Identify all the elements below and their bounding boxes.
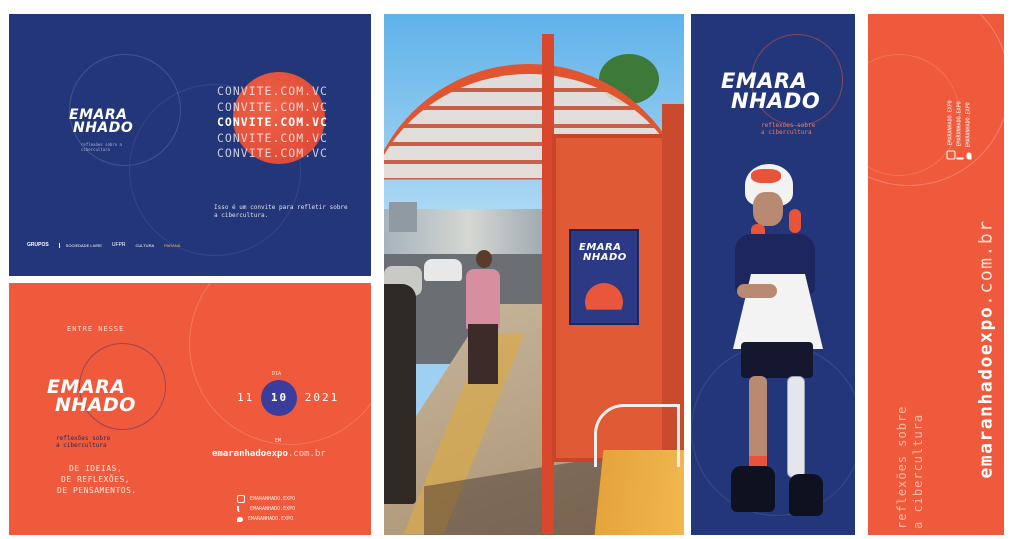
tiktok-icon xyxy=(956,151,964,160)
bench-rail xyxy=(594,404,680,467)
pedestrian-head xyxy=(476,250,492,268)
tagline-top: reflexões sobre xyxy=(761,122,816,129)
white-car xyxy=(424,259,462,281)
ideas-list: DE IDEIAS, DE REFLEXÕES, DE PENSAMENTOS. xyxy=(57,463,137,496)
tiktok-icon xyxy=(237,506,245,512)
tagline-top: reflexões sobre xyxy=(56,435,111,442)
bus-stop-photo: EMARA NHADO xyxy=(384,14,684,535)
sponsor-logo: SOCIEDADE LIVRE xyxy=(58,242,102,248)
pedestrian-body xyxy=(466,269,500,329)
tagline-bottom: a cibercultura xyxy=(56,442,107,449)
brand-tagline: reflexões sobre a cibercultura xyxy=(761,122,815,136)
date-month: 10 xyxy=(270,391,289,404)
social-item: EMARANHADO.EXPO xyxy=(956,40,965,160)
idea-line: DE IDEIAS, xyxy=(69,464,123,473)
character-braid xyxy=(789,209,801,233)
social-handle: EMARANHADO.EXPO xyxy=(250,496,296,502)
tagline-bottom: a cibercultura xyxy=(911,413,925,529)
banner-navy: EMARA NHADO reflexões sobre a cibercultu… xyxy=(691,14,855,535)
character-boot xyxy=(789,474,823,516)
invite-line: CONVITE.COM.VC xyxy=(217,99,328,114)
social-item: EMARANHADO.EXPO xyxy=(237,514,295,524)
twitter-icon xyxy=(966,152,972,160)
brand-logo: EMARA NHADO xyxy=(69,108,134,137)
invitation-card-navy: EMARA NHADO reflexões sobre a cibercultu… xyxy=(9,14,371,276)
social-item: EMARANHADO.EXPO xyxy=(237,504,295,514)
social-item: EMARANHADO.EXPO xyxy=(965,40,974,160)
brand-logo: EMARA NHADO xyxy=(47,377,136,417)
character-hair-accent xyxy=(751,169,781,183)
idea-line: DE REFLEXÕES, xyxy=(61,475,131,484)
invite-line: CONVITE.COM.VC xyxy=(217,130,328,145)
character-boot xyxy=(731,466,775,512)
invite-line: CONVITE.COM.VC xyxy=(217,146,328,160)
sponsor-logo: GRUPOS xyxy=(27,242,49,248)
url-bold: emaranhadoexpo xyxy=(212,449,288,459)
tagline-bottom: a cibercultura xyxy=(761,129,812,136)
poster-sun xyxy=(585,283,623,310)
character-arm xyxy=(737,284,777,298)
instagram-icon xyxy=(237,495,245,503)
pedestrian-skirt xyxy=(468,324,498,384)
poster-logo: EMARA NHADO xyxy=(579,243,627,262)
banner-coral: EMARANHADO.EXPO EMARANHADO.EXPO EMARANHA… xyxy=(868,14,1004,535)
decor-circle xyxy=(189,283,371,445)
sponsor-logo: CULTURA xyxy=(135,242,155,248)
sponsor-logo: PARANÁ xyxy=(164,242,181,248)
social-list: EMARANHADO.EXPO EMARANHADO.EXPO EMARANHA… xyxy=(946,40,974,160)
entre-nesse: ENTRE NESSE xyxy=(67,325,125,333)
social-list: EMARANHADO.EXPO EMARANHADO.EXPO EMARANHA… xyxy=(237,494,295,524)
poster: EMARA NHADO xyxy=(569,229,639,325)
sponsor-logo: UFPR xyxy=(111,242,126,248)
brand-tagline: reflexões sobre a cibercultura xyxy=(81,142,122,152)
tagline-top: reflexões sobre xyxy=(895,405,909,529)
event-url: emaranhadoexpo.com.br xyxy=(212,449,326,459)
building-tower xyxy=(389,202,417,232)
invite-lines: CONVITE.COM.VC CONVITE.COM.VC CONVITE.CO… xyxy=(217,84,328,162)
event-date: 11 10 2021 xyxy=(237,391,339,404)
social-handle: EMARANHADO.EXPO xyxy=(956,101,963,147)
em-label: EM xyxy=(275,438,282,444)
idea-line: DE PENSAMENTOS. xyxy=(57,486,137,495)
brand-tagline: reflexões sobre a cibercultura xyxy=(56,435,110,449)
social-item: EMARANHADO.EXPO xyxy=(946,40,956,160)
date-day: 11 xyxy=(237,391,255,404)
character-leg xyxy=(749,376,767,466)
character-shorts xyxy=(741,342,813,378)
invite-body: Isso é um convite para refletir sobre a … xyxy=(214,204,348,219)
foreground-person xyxy=(384,284,416,504)
brand-logo: EMARA NHADO xyxy=(721,71,821,113)
brand-line-2: NHADO xyxy=(731,88,821,113)
social-handle: EMARANHADO.EXPO xyxy=(248,516,294,522)
social-item: EMARANHADO.EXPO xyxy=(237,494,295,504)
poster-line-2: NHADO xyxy=(583,251,627,263)
brand-line-2: NHADO xyxy=(55,394,136,417)
date-year: 2021 xyxy=(304,391,340,404)
invite-line: CONVITE.COM.VC xyxy=(217,84,328,98)
social-handle: EMARANHADO.EXPO xyxy=(965,102,972,148)
url-bold: emaranhadoexpo xyxy=(975,305,997,479)
dia-label: DIA xyxy=(272,371,282,377)
twitter-icon xyxy=(237,516,243,522)
instagram-icon xyxy=(946,150,956,160)
vertical-tagline: reflexões sobre a cibercultura xyxy=(894,339,926,529)
invitation-card-coral: ENTRE NESSE EMARA NHADO reflexões sobre … xyxy=(9,283,371,535)
social-handle: EMARANHADO.EXPO xyxy=(250,506,296,512)
url-tail: .com.br xyxy=(287,449,326,459)
url-tail: .com.br xyxy=(975,219,997,306)
character-prosthetic xyxy=(787,376,805,478)
sponsor-logos: GRUPOS SOCIEDADE LIVRE UFPR CULTURA PARA… xyxy=(27,242,180,248)
vertical-url: emaranhadoexpo.com.br xyxy=(976,179,997,519)
character-face xyxy=(753,192,783,226)
brand-line-2: NHADO xyxy=(73,120,134,137)
invite-line-highlight: CONVITE.COM.VC xyxy=(217,115,328,129)
social-handle: EMARANHADO.EXPO xyxy=(947,100,954,146)
